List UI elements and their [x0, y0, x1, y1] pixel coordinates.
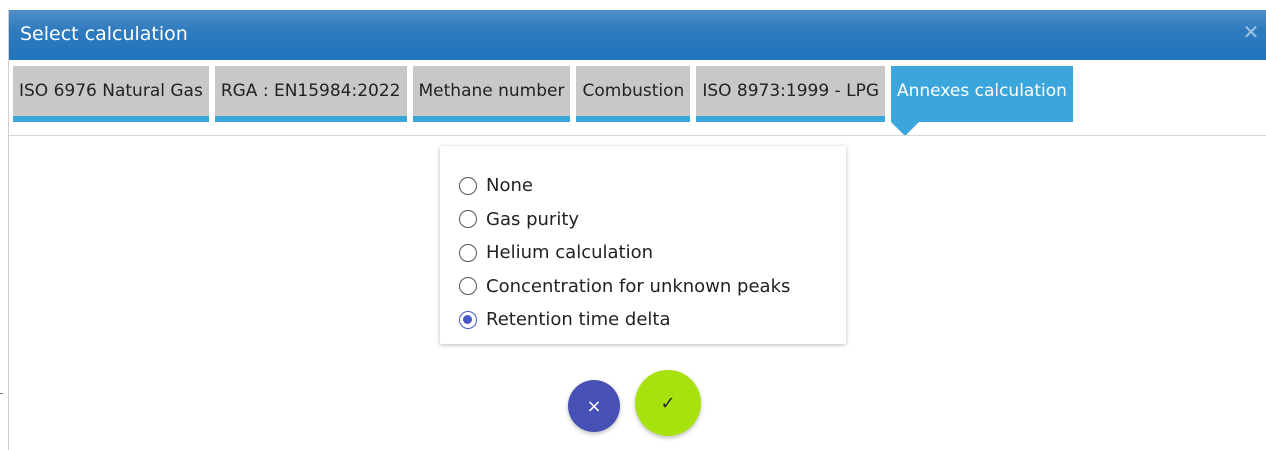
- close-icon: ×: [586, 395, 602, 417]
- tab-label: Combustion: [582, 81, 685, 101]
- dialog-title-bar: Select calculation ✕: [9, 10, 1266, 60]
- confirm-button[interactable]: ✓: [635, 370, 701, 436]
- tab-annexes-calculation[interactable]: Annexes calculation: [891, 66, 1073, 136]
- select-calculation-dialog: Select calculation ✕ ISO 6976 Natural Ga…: [8, 10, 1266, 450]
- radio-label: Gas purity: [486, 208, 580, 230]
- radio-group: None Gas purity Helium calculation Concentr…: [459, 169, 790, 337]
- radio-option[interactable]: Concentration for unknown peaks: [459, 270, 790, 304]
- radio-option[interactable]: Gas purity: [459, 203, 790, 237]
- tab-rga-en15984-2022[interactable]: RGA : EN15984:2022: [214, 66, 407, 122]
- radio-label: Concentration for unknown peaks: [486, 275, 791, 297]
- tab-methane-number[interactable]: Methane number: [412, 66, 571, 122]
- radio-button[interactable]: [459, 243, 477, 262]
- radio-label: Retention time delta: [486, 309, 671, 331]
- radio-button[interactable]: [459, 210, 477, 229]
- tabs-divider: [9, 135, 1266, 136]
- radio-option[interactable]: Helium calculation: [459, 236, 790, 270]
- tab-label: ISO 8973:1999 - LPG: [702, 81, 879, 101]
- tab-label: Methane number: [418, 81, 565, 101]
- radio-option[interactable]: Retention time delta: [459, 303, 790, 337]
- tab-combustion[interactable]: Combustion: [576, 66, 691, 122]
- check-icon: ✓: [660, 392, 676, 414]
- tab-label: RGA : EN15984:2022: [220, 81, 401, 101]
- dialog-title: Select calculation: [20, 23, 188, 45]
- radio-option[interactable]: None: [459, 169, 790, 203]
- calculation-tabs: ISO 6976 Natural Gas RGA : EN15984:2022 Me…: [9, 60, 1266, 136]
- tab-iso-8973-1999-lpg[interactable]: ISO 8973:1999 - LPG: [696, 66, 885, 122]
- radio-button[interactable]: [459, 176, 477, 195]
- radio-label: Helium calculation: [486, 242, 654, 264]
- radio-label: None: [486, 175, 533, 197]
- tab-label: ISO 6976 Natural Gas: [19, 81, 203, 101]
- edge-tick: [0, 393, 3, 394]
- radio-button-checked[interactable]: [459, 310, 477, 329]
- options-card: None Gas purity Helium calculation Concentr…: [440, 146, 846, 344]
- tabs-strip: ISO 6976 Natural Gas RGA : EN15984:2022 Me…: [13, 66, 1073, 136]
- tab-iso-6976-natural-gas[interactable]: ISO 6976 Natural Gas: [13, 66, 209, 122]
- cancel-button[interactable]: ×: [568, 380, 620, 432]
- radio-button[interactable]: [459, 277, 477, 296]
- active-tab-pointer: [891, 122, 919, 136]
- close-icon[interactable]: ✕: [1240, 21, 1262, 43]
- tab-label: Annexes calculation: [897, 81, 1067, 101]
